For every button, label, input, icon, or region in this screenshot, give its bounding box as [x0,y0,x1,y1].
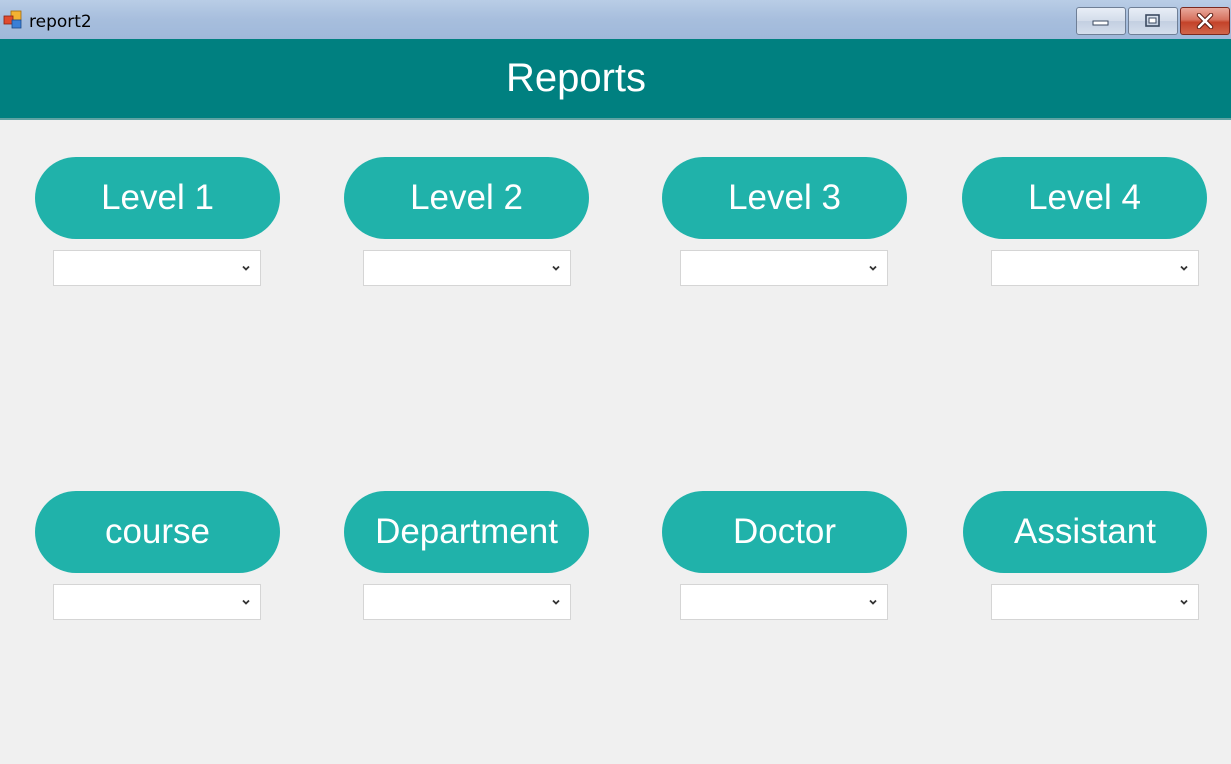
report-window: report2 Reports Level 1 Level 2 Level 3 … [0,0,1231,764]
level-4-dropdown[interactable] [991,250,1199,286]
maximize-button[interactable] [1128,7,1178,35]
department-dropdown[interactable] [363,584,571,620]
minimize-button[interactable] [1076,7,1126,35]
page-title: Reports [505,56,647,100]
course-button[interactable]: course [35,491,280,573]
title-bar[interactable]: report2 [0,0,1231,39]
close-icon [1196,13,1214,29]
department-button[interactable]: Department [344,491,589,573]
chevron-down-icon [869,599,877,605]
level-3-button[interactable]: Level 3 [662,157,907,239]
close-button[interactable] [1180,7,1230,35]
chevron-down-icon [1180,265,1188,271]
chevron-down-icon [552,599,560,605]
app-icon [3,10,22,29]
window-title: report2 [29,12,92,32]
course-dropdown[interactable] [53,584,261,620]
level-3-dropdown[interactable] [680,250,888,286]
level-2-dropdown[interactable] [363,250,571,286]
header-banner: Reports [0,39,1231,120]
level-4-button[interactable]: Level 4 [962,157,1207,239]
level-1-dropdown[interactable] [53,250,261,286]
level-1-button[interactable]: Level 1 [35,157,280,239]
minimize-icon [1092,20,1109,26]
assistant-button[interactable]: Assistant [963,491,1207,573]
assistant-dropdown[interactable] [991,584,1199,620]
doctor-dropdown[interactable] [680,584,888,620]
doctor-button[interactable]: Doctor [662,491,907,573]
level-2-button[interactable]: Level 2 [344,157,589,239]
chevron-down-icon [552,265,560,271]
chevron-down-icon [242,265,250,271]
chevron-down-icon [1180,599,1188,605]
chevron-down-icon [869,265,877,271]
maximize-icon [1145,14,1160,27]
chevron-down-icon [242,599,250,605]
